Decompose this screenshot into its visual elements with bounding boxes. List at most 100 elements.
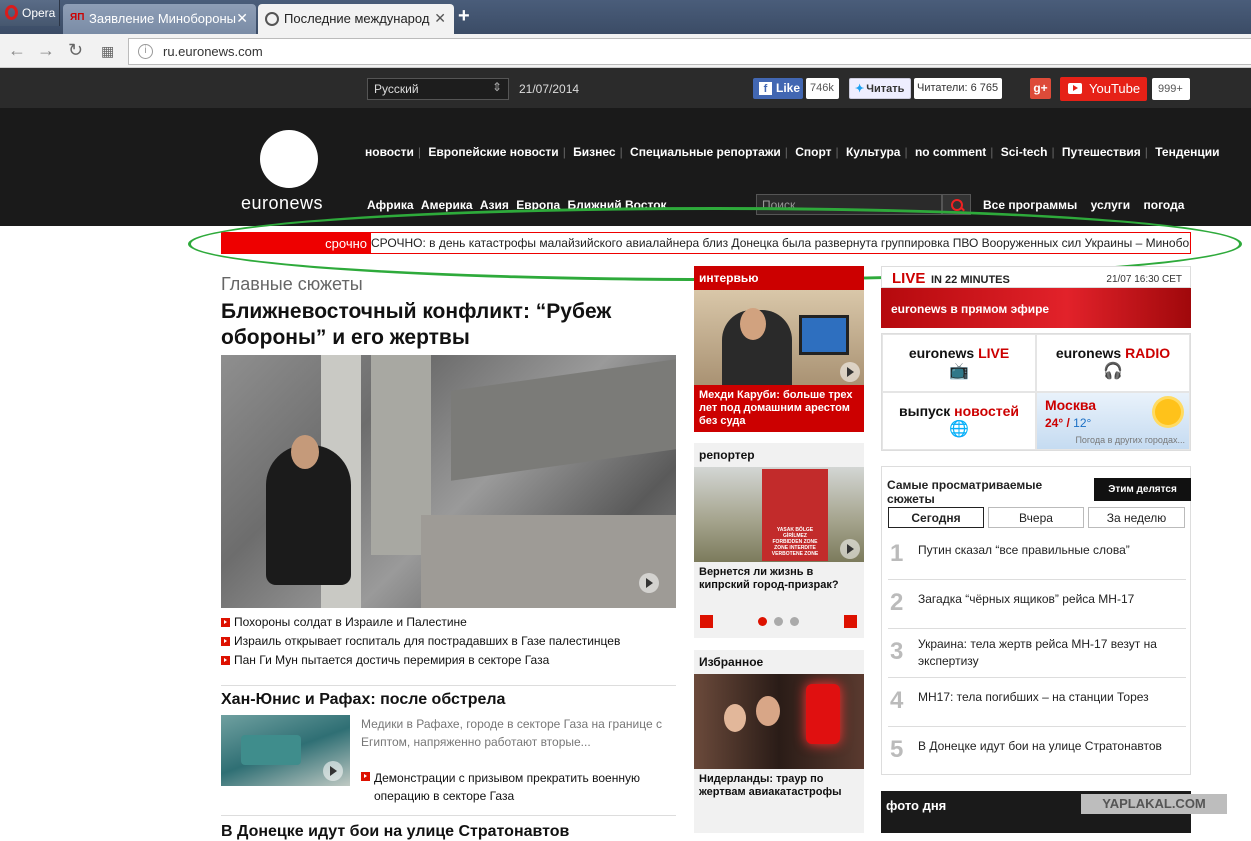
- close-tab-icon[interactable]: ✕: [434, 10, 446, 27]
- nav-item[interactable]: Sci-tech: [1001, 145, 1048, 159]
- related-link[interactable]: Израиль открывает госпиталь для пострада…: [221, 634, 620, 650]
- item-title: MH17: тела погибших – на станции Торез: [918, 690, 1149, 704]
- weather-link[interactable]: погода: [1144, 198, 1185, 212]
- carousel-dot[interactable]: [774, 617, 783, 626]
- most-viewed-widget: Самые просматриваемые сюжеты Этим делятс…: [881, 466, 1191, 775]
- face-shape: [724, 704, 746, 732]
- divider: [221, 815, 676, 816]
- related-link-text: Израиль открывает госпиталь для пострада…: [234, 634, 621, 648]
- reporter-image: YASAK BÖLGE GİRİLMEZ FORBIDDEN ZONE ZONE…: [694, 467, 864, 562]
- tile-label: euronews: [1055, 345, 1122, 361]
- item-title: В Донецке идут бои на улице Стратонавтов: [918, 739, 1162, 753]
- sun-icon: [1155, 399, 1181, 425]
- new-tab-button[interactable]: +: [458, 5, 470, 28]
- opera-logo-icon: [5, 5, 18, 20]
- story2-related-link[interactable]: Демонстрации с призывом прекратить военн…: [361, 769, 671, 805]
- facebook-like-button[interactable]: f Like: [753, 78, 803, 99]
- euronews-logo-icon[interactable]: [260, 130, 318, 188]
- candle-shape: [806, 684, 840, 744]
- news-bulletin-tile[interactable]: выпуск новостей 🌐: [882, 392, 1036, 450]
- related-link[interactable]: Пан Ги Мун пытается достичь перемирия в …: [221, 653, 620, 669]
- nav-item[interactable]: Путешествия: [1062, 145, 1141, 159]
- nav-item[interactable]: Тенденции: [1155, 145, 1219, 159]
- nav-item[interactable]: no comment: [915, 145, 986, 159]
- interview-card[interactable]: интервью Мехди Каруби: больше трех лет п…: [694, 266, 864, 432]
- reporter-card[interactable]: репортер YASAK BÖLGE GİRİLMEZ FORBIDDEN …: [694, 443, 864, 638]
- temp-low: 12°: [1073, 416, 1092, 430]
- most-viewed-item[interactable]: 2 Загадка “чёрных ящиков” рейса MH-17: [888, 580, 1186, 629]
- next-arrow-icon[interactable]: [844, 615, 857, 628]
- monitor-shape: [799, 315, 849, 355]
- current-date: 21/07/2014: [519, 82, 580, 96]
- region-item[interactable]: Африка: [367, 198, 414, 212]
- primary-nav: новости | Европейские новости | Бизнес | Сп…: [365, 145, 1220, 159]
- carousel-dot[interactable]: [790, 617, 799, 626]
- story2-title[interactable]: Хан-Юнис и Рафах: после обстрела: [221, 691, 505, 709]
- favorites-card[interactable]: Избранное Нидерланды: траур по жертвам а…: [694, 650, 864, 833]
- weather-temps: 24° / 12°: [1045, 416, 1092, 430]
- euronews-live-tile[interactable]: euronews LIVE 📺: [882, 334, 1036, 392]
- nav-item[interactable]: Бизнес: [573, 145, 615, 159]
- interview-image: [694, 290, 864, 385]
- rank-number: 4: [890, 687, 904, 714]
- period-yesterday[interactable]: Вчера: [988, 507, 1084, 528]
- related-link[interactable]: Похороны солдат в Израиле и Палестине: [221, 615, 620, 631]
- speed-dial-icon[interactable]: ▦: [101, 43, 114, 60]
- url-input[interactable]: i ru.euronews.com: [128, 38, 1251, 65]
- secondary-nav: Все программы услуги погода: [983, 198, 1194, 212]
- tab-shared[interactable]: Этим делятся: [1094, 478, 1191, 501]
- youtube-button[interactable]: YouTube: [1060, 77, 1147, 101]
- tile-label: euronews: [908, 345, 975, 361]
- back-arrow-icon[interactable]: ←: [8, 40, 26, 61]
- site-info-icon[interactable]: i: [138, 44, 153, 59]
- browser-tab-2[interactable]: Последние международ ✕: [258, 4, 454, 34]
- region-item[interactable]: Америка: [421, 198, 473, 212]
- other-cities-link[interactable]: Погода в других городах...: [1075, 435, 1185, 445]
- language-select[interactable]: Русский ⇕: [367, 78, 509, 100]
- nav-item[interactable]: Специальные репортажи: [630, 145, 781, 159]
- rubble-pile: [421, 515, 676, 608]
- main-story-image[interactable]: [221, 355, 676, 608]
- period-week[interactable]: За неделю: [1088, 507, 1185, 528]
- nav-item[interactable]: Культура: [846, 145, 900, 159]
- item-title: Загадка “чёрных ящиков” рейса MH-17: [918, 592, 1135, 606]
- main-headline[interactable]: Ближневосточный конфликт: “Рубеж обороны…: [221, 299, 661, 351]
- carousel-dot-active[interactable]: [758, 617, 767, 626]
- nav-item[interactable]: Европейские новости: [428, 145, 558, 159]
- weather-tile[interactable]: Москва 24° / 12° Погода в других городах…: [1036, 392, 1190, 450]
- forward-arrow-icon[interactable]: →: [37, 40, 55, 61]
- url-text: ru.euronews.com: [163, 44, 263, 59]
- tab-most-viewed[interactable]: Самые просматриваемые сюжеты: [882, 467, 1093, 506]
- logo-text[interactable]: euronews: [241, 193, 323, 214]
- video-play-icon[interactable]: [639, 573, 659, 593]
- all-programs-link[interactable]: Все программы: [983, 198, 1077, 212]
- metal-sheet: [451, 359, 676, 481]
- story3-title[interactable]: В Донецке идут бои на улице Стратонавтов: [221, 823, 569, 841]
- google-plus-button[interactable]: g+: [1030, 78, 1051, 99]
- nav-item[interactable]: Спорт: [795, 145, 831, 159]
- twitter-follow-button[interactable]: ✦ Читать: [849, 78, 911, 99]
- story2-thumbnail[interactable]: [221, 715, 350, 786]
- prev-arrow-icon[interactable]: [700, 615, 713, 628]
- most-viewed-item[interactable]: 5 В Донецке идут бои на улице Стратонавт…: [888, 727, 1186, 776]
- close-tab-icon[interactable]: ✕: [236, 10, 248, 27]
- address-bar: ← → ↻ ▦ i ru.euronews.com: [0, 34, 1251, 68]
- reload-icon[interactable]: ↻: [68, 40, 83, 61]
- facebook-icon: f: [759, 82, 772, 95]
- opera-menu-button[interactable]: Opera: [0, 0, 60, 26]
- period-today[interactable]: Сегодня: [888, 507, 984, 528]
- nav-item[interactable]: новости: [365, 145, 414, 159]
- most-viewed-item[interactable]: 3 Украина: тела жертв рейса MH-17 везут …: [888, 629, 1186, 678]
- arrow-bullet-icon: [221, 637, 230, 646]
- video-play-icon[interactable]: [840, 539, 860, 559]
- most-viewed-item[interactable]: 4 MH17: тела погибших – на станции Торез: [888, 678, 1186, 727]
- related-links: Похороны солдат в Израиле и Палестине Из…: [221, 615, 620, 672]
- most-viewed-item[interactable]: 1 Путин сказал “все правильные слова”: [888, 531, 1186, 580]
- video-play-icon[interactable]: [840, 362, 860, 382]
- video-play-icon[interactable]: [323, 761, 343, 781]
- services-link[interactable]: услуги: [1091, 198, 1131, 212]
- browser-tab-1[interactable]: ЯП Заявление Минобороны ✕: [63, 4, 256, 34]
- euronews-radio-tile[interactable]: euronews RADIO 🎧: [1036, 334, 1190, 392]
- live-banner[interactable]: LIVE IN 22 MINUTES 21/07 16:30 CET euron…: [881, 266, 1191, 328]
- twitter-count: Читатели: 6 765: [914, 78, 1002, 99]
